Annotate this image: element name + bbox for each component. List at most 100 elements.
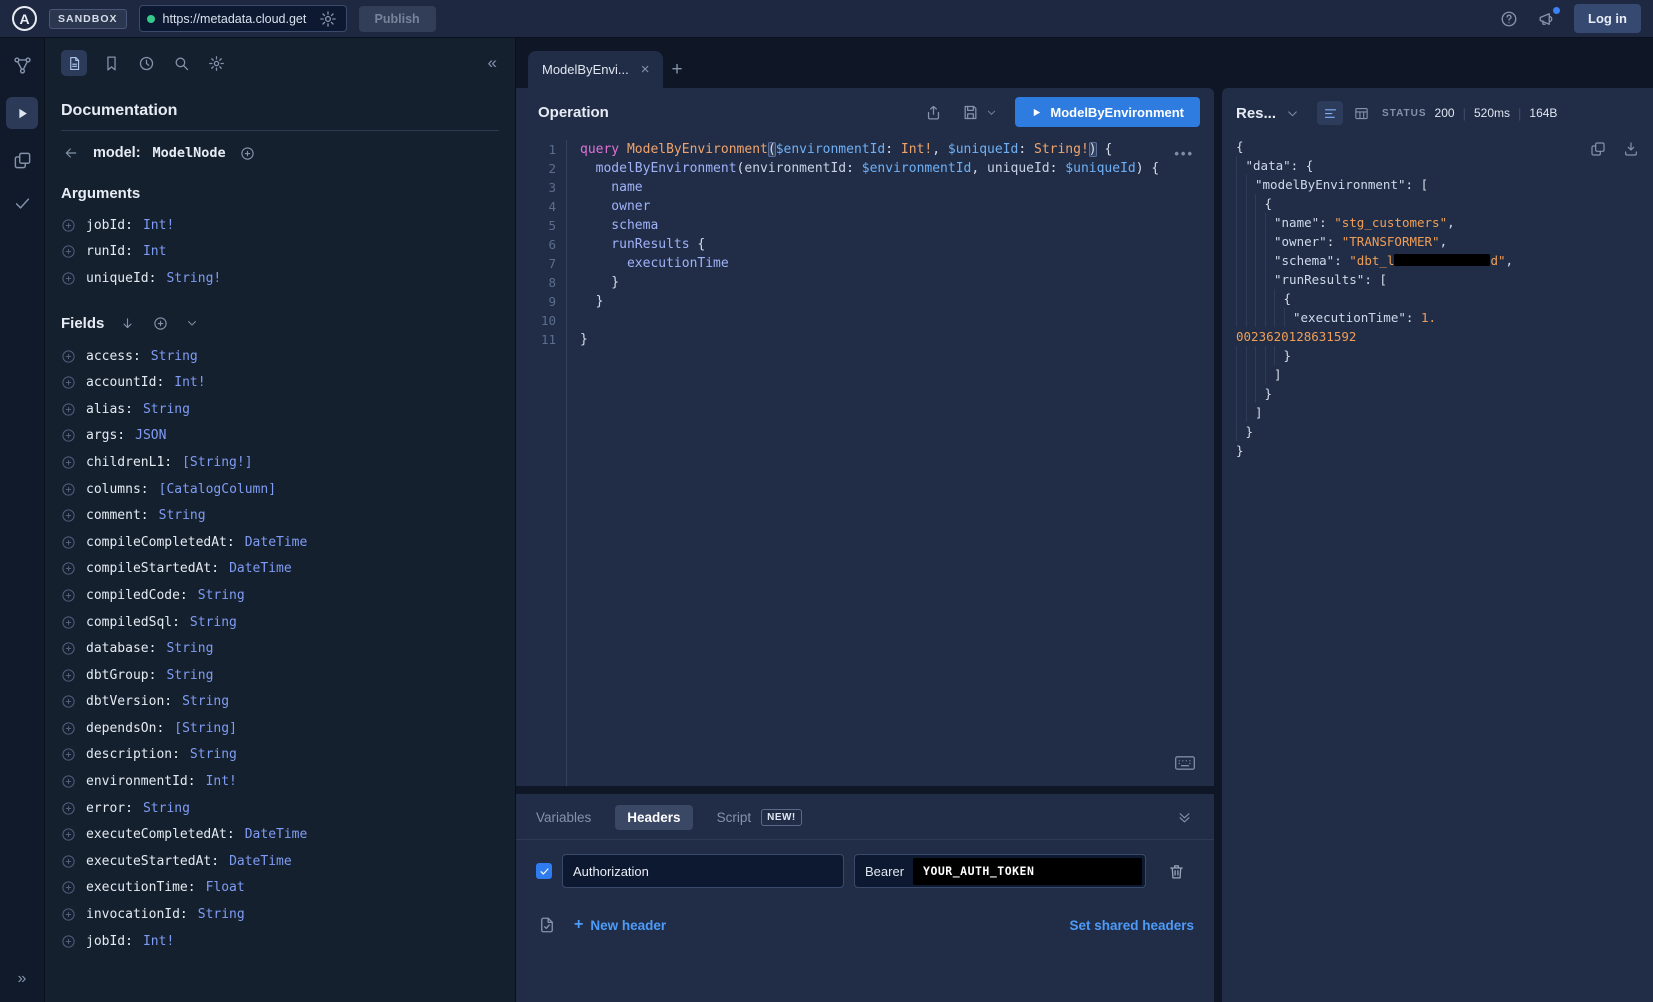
plus-circle-icon[interactable] — [61, 402, 76, 417]
response-chevron-down-icon[interactable] — [1284, 105, 1301, 122]
plus-circle-icon[interactable] — [61, 774, 76, 789]
doc-field-row[interactable]: childrenL1:[String!] — [61, 449, 499, 476]
code-line[interactable]: } — [580, 273, 1214, 292]
plus-circle-icon[interactable] — [61, 482, 76, 497]
plus-circle-icon[interactable] — [61, 508, 76, 523]
doc-field-row[interactable]: executeStartedAt:DateTime — [61, 848, 499, 875]
code-line[interactable]: } — [580, 292, 1214, 311]
docs-tab-settings[interactable] — [206, 53, 227, 74]
add-field-icon[interactable] — [238, 144, 257, 163]
code-line[interactable]: ​ — [580, 311, 1214, 330]
plus-circle-icon[interactable] — [61, 934, 76, 949]
doc-field-row[interactable]: error:String — [61, 795, 499, 822]
plus-circle-icon[interactable] — [61, 218, 76, 233]
download-response-icon[interactable] — [1621, 139, 1641, 159]
docs-collapse-icon[interactable]: « — [486, 51, 499, 75]
fields-chevron-down-icon[interactable] — [184, 315, 200, 331]
doc-field-row[interactable]: access:String — [61, 343, 499, 370]
doc-field-row[interactable]: comment:String — [61, 502, 499, 529]
save-icon[interactable] — [960, 102, 981, 123]
breadcrumb-type[interactable]: ModelNode — [153, 145, 226, 161]
plus-circle-icon[interactable] — [61, 694, 76, 709]
rail-item-checks[interactable] — [11, 192, 34, 215]
plus-circle-icon[interactable] — [61, 641, 76, 656]
plus-circle-icon[interactable] — [61, 668, 76, 683]
plus-circle-icon[interactable] — [61, 561, 76, 576]
tab-variables[interactable]: Variables — [536, 810, 591, 825]
doc-field-row[interactable]: runId:Int — [61, 239, 499, 266]
code-line[interactable]: } — [580, 330, 1214, 349]
plus-circle-icon[interactable] — [61, 455, 76, 470]
doc-field-row[interactable]: compiledSql:String — [61, 609, 499, 636]
plus-circle-icon[interactable] — [61, 801, 76, 816]
set-shared-headers-button[interactable]: Set shared headers — [1069, 918, 1194, 933]
doc-field-row[interactable]: accountId:Int! — [61, 369, 499, 396]
plus-circle-icon[interactable] — [61, 854, 76, 869]
add-all-fields-icon[interactable] — [151, 314, 170, 333]
docs-tab-search[interactable] — [171, 53, 192, 74]
rail-item-collections[interactable] — [11, 149, 34, 172]
close-tab-icon[interactable]: × — [641, 61, 650, 78]
code-line[interactable]: modelByEnvironment(environmentId: $envir… — [580, 159, 1214, 178]
plus-circle-icon[interactable] — [61, 375, 76, 390]
code-line[interactable]: executionTime — [580, 254, 1214, 273]
apollo-logo[interactable]: A — [12, 6, 37, 31]
doc-field-row[interactable]: compileStartedAt:DateTime — [61, 556, 499, 583]
plus-circle-icon[interactable] — [61, 907, 76, 922]
doc-field-row[interactable]: environmentId:Int! — [61, 768, 499, 795]
response-title[interactable]: Res... — [1236, 105, 1276, 122]
doc-field-row[interactable]: compiledCode:String — [61, 582, 499, 609]
docs-tab-history[interactable] — [136, 53, 157, 74]
tree-view-icon[interactable] — [1317, 101, 1343, 125]
login-button[interactable]: Log in — [1574, 4, 1641, 33]
editor-code[interactable]: query ModelByEnvironment($environmentId:… — [566, 140, 1214, 786]
code-line[interactable]: schema — [580, 216, 1214, 235]
doc-field-row[interactable]: executeCompletedAt:DateTime — [61, 821, 499, 848]
doc-field-row[interactable]: uniqueId:String! — [61, 265, 499, 292]
endpoint-url-input[interactable]: https://metadata.cloud.get — [139, 5, 347, 32]
doc-field-row[interactable]: description:String — [61, 742, 499, 769]
run-operation-button[interactable]: ModelByEnvironment — [1015, 97, 1200, 127]
doc-field-row[interactable]: compileCompletedAt:DateTime — [61, 529, 499, 556]
new-header-button[interactable]: + New header — [574, 916, 666, 934]
plus-circle-icon[interactable] — [61, 615, 76, 630]
tab-script[interactable]: Script — [717, 810, 752, 825]
share-operation-icon[interactable] — [923, 102, 944, 123]
doc-field-row[interactable]: dbtGroup:String — [61, 662, 499, 689]
doc-field-row[interactable]: dbtVersion:String — [61, 689, 499, 716]
save-chevron-down-icon[interactable] — [984, 105, 999, 120]
plus-circle-icon[interactable] — [61, 349, 76, 364]
editor-menu-icon[interactable]: ••• — [1174, 146, 1194, 161]
plus-circle-icon[interactable] — [61, 271, 76, 286]
rail-item-schema[interactable] — [11, 54, 34, 77]
doc-field-row[interactable]: invocationId:String — [61, 901, 499, 928]
plus-circle-icon[interactable] — [61, 827, 76, 842]
docs-tab-saved[interactable] — [101, 53, 122, 74]
doc-field-row[interactable]: args:JSON — [61, 423, 499, 450]
doc-field-row[interactable]: executionTime:Float — [61, 875, 499, 902]
header-key-input[interactable]: Authorization — [562, 854, 844, 888]
help-icon[interactable] — [1498, 8, 1520, 30]
environment-variables-icon[interactable] — [536, 914, 558, 936]
plus-circle-icon[interactable] — [61, 428, 76, 443]
code-line[interactable]: owner — [580, 197, 1214, 216]
plus-circle-icon[interactable] — [61, 721, 76, 736]
plus-circle-icon[interactable] — [61, 880, 76, 895]
rail-item-explorer[interactable] — [6, 97, 38, 129]
back-arrow-icon[interactable] — [61, 143, 81, 163]
doc-field-row[interactable]: jobId:Int! — [61, 212, 499, 239]
doc-field-row[interactable]: jobId:Int! — [61, 928, 499, 955]
tab-headers[interactable]: Headers — [615, 805, 692, 830]
publish-button[interactable]: Publish — [359, 6, 436, 32]
doc-field-row[interactable]: columns:[CatalogColumn] — [61, 476, 499, 503]
doc-field-row[interactable]: alias:String — [61, 396, 499, 423]
plus-circle-icon[interactable] — [61, 747, 76, 762]
copy-response-icon[interactable] — [1588, 139, 1608, 159]
doc-field-row[interactable]: database:String — [61, 635, 499, 662]
sort-fields-icon[interactable] — [118, 314, 137, 333]
keyboard-shortcuts-icon[interactable] — [1174, 755, 1196, 774]
plus-circle-icon[interactable] — [61, 535, 76, 550]
graphql-editor[interactable]: 1234567891011 query ModelByEnvironment($… — [516, 136, 1214, 786]
announcements-icon[interactable] — [1536, 8, 1558, 30]
code-line[interactable]: name — [580, 178, 1214, 197]
